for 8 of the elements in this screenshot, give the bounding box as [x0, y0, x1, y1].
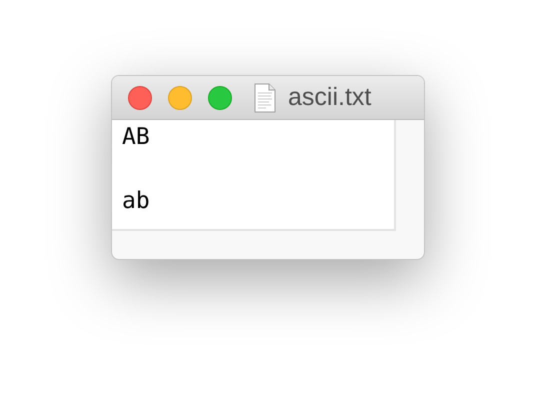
minimize-button[interactable]: [168, 86, 192, 110]
document-icon: [254, 82, 276, 112]
window-title: ascii.txt: [288, 85, 372, 110]
text-area[interactable]: AB ab: [112, 120, 396, 231]
text-line: ab: [122, 187, 150, 216]
zoom-button[interactable]: [208, 86, 232, 110]
text-line: AB: [122, 123, 150, 152]
close-button[interactable]: [128, 86, 152, 110]
